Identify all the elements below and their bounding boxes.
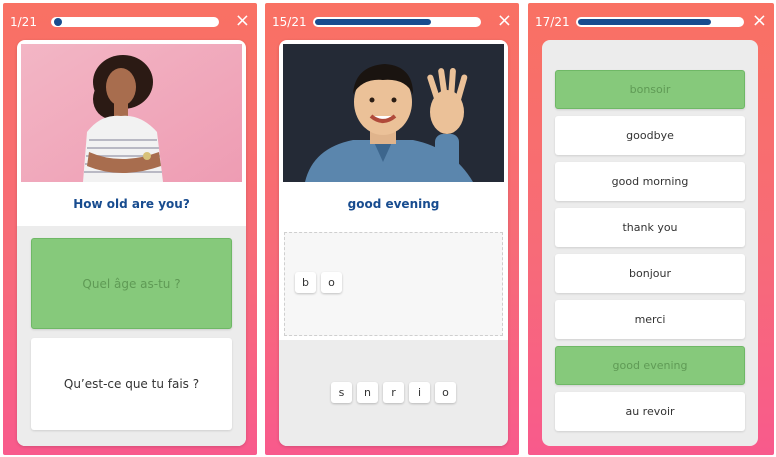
match-option[interactable]: thank you	[555, 208, 745, 247]
close-icon[interactable]: ×	[497, 12, 512, 30]
match-option[interactable]: good morning	[555, 162, 745, 201]
match-option[interactable]: goodbye	[555, 116, 745, 155]
answer-area: Quel âge as-tu ? Qu’est-ce que tu fais ?	[17, 226, 246, 446]
close-icon[interactable]: ×	[752, 12, 767, 30]
answer-tile[interactable]: o	[321, 272, 342, 293]
question-prompt: How old are you?	[73, 197, 190, 211]
progress-bar	[313, 17, 481, 27]
answer-drop-zone[interactable]: b o	[284, 232, 503, 336]
quiz-screen-3: 17/21 × bonsoir goodbye good morning tha…	[528, 3, 774, 455]
top-bar: 15/21 ×	[265, 12, 519, 33]
question-counter: 17/21	[535, 15, 570, 29]
progress-bar	[51, 17, 219, 27]
match-option[interactable]: au revoir	[555, 392, 745, 431]
letter-tile[interactable]: s	[331, 382, 352, 403]
quiz-screen-1: 1/21 × How old are you? Quel âge as-tu ?…	[3, 3, 257, 455]
letter-tile[interactable]: o	[435, 382, 456, 403]
answer-tile[interactable]: b	[295, 272, 316, 293]
top-bar: 1/21 ×	[3, 12, 257, 33]
question-card: How old are you? Quel âge as-tu ? Qu’est…	[17, 40, 246, 446]
answer-option-1[interactable]: Quel âge as-tu ?	[31, 238, 232, 329]
woman-photo	[21, 44, 242, 182]
answer-option-2[interactable]: Qu’est-ce que tu fais ?	[31, 338, 232, 430]
match-option[interactable]: bonjour	[555, 254, 745, 293]
letter-tile[interactable]: i	[409, 382, 430, 403]
progress-fill	[578, 19, 711, 25]
question-card: good evening b o s n r i o	[279, 40, 508, 446]
top-bar: 17/21 ×	[528, 12, 774, 33]
question-counter: 15/21	[272, 15, 307, 29]
man-waving-photo	[283, 44, 504, 182]
progress-fill	[54, 18, 62, 26]
word-prompt: good evening	[347, 197, 440, 211]
progress-fill	[315, 19, 431, 25]
matching-list: bonsoir goodbye good morning thank you b…	[542, 40, 758, 446]
match-option[interactable]: merci	[555, 300, 745, 339]
close-icon[interactable]: ×	[235, 12, 250, 30]
letter-tile[interactable]: r	[383, 382, 404, 403]
letter-tile[interactable]: n	[357, 382, 378, 403]
quiz-screen-2: 15/21 × good evening b o s n r i o	[265, 3, 519, 455]
question-counter: 1/21	[10, 15, 37, 29]
match-option[interactable]: bonsoir	[555, 70, 745, 109]
progress-bar	[576, 17, 744, 27]
match-option[interactable]: good evening	[555, 346, 745, 385]
